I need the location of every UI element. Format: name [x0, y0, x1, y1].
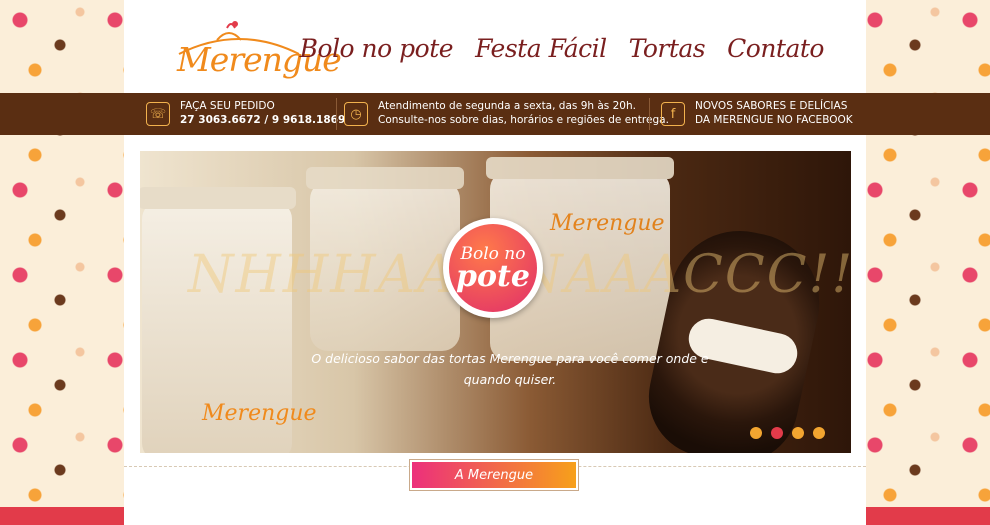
bolo-no-pote-badge: Bolo no pote — [443, 218, 543, 318]
facebook-icon: f — [661, 102, 685, 126]
a-merengue-label: A Merengue — [412, 462, 576, 488]
right-pattern-border — [866, 507, 990, 525]
slider-dot[interactable] — [750, 427, 762, 439]
order-info: ☏ FAÇA SEU PEDIDO 27 3063.6672 / 9 9618.… — [146, 99, 345, 127]
left-pattern-border — [0, 507, 124, 525]
a-merengue-tab[interactable]: A Merengue — [409, 459, 579, 491]
info-bar: ☏ FAÇA SEU PEDIDO 27 3063.6672 / 9 9618.… — [0, 93, 990, 135]
order-phone-2[interactable]: 9 9618.1869 — [272, 114, 345, 126]
main-nav: Bolo no pote Festa Fácil Tortas Contato — [300, 34, 825, 63]
page-container: Merengue Bolo no pote Festa Fácil Tortas… — [0, 0, 990, 525]
hero-caption: O delicioso sabor das tortas Merengue pa… — [311, 351, 709, 387]
facebook-info[interactable]: f NOVOS SABORES E DELÍCIAS DA MERENGUE N… — [661, 99, 853, 127]
info-divider — [336, 98, 337, 130]
nav-festa-facil[interactable]: Festa Fácil — [475, 34, 607, 63]
hours-info: ◷ Atendimento de segunda a sexta, das 9h… — [344, 99, 669, 127]
facebook-line-2: DA MERENGUE NO FACEBOOK — [695, 114, 853, 126]
hero-slider[interactable]: Merengue Merengue NHHHAAC NAAACCC!! Bolo… — [140, 151, 851, 453]
nav-contato[interactable]: Contato — [727, 34, 824, 63]
slider-dot[interactable] — [813, 427, 825, 439]
jar-image-left: Merengue — [140, 187, 317, 453]
slider-dot-active[interactable] — [771, 427, 783, 439]
clock-icon: ◷ — [344, 102, 368, 126]
phone-icon: ☏ — [146, 102, 170, 126]
info-divider — [649, 98, 650, 130]
badge-line-2: pote — [456, 259, 530, 294]
order-phone-1[interactable]: 27 3063.6672 — [180, 114, 261, 126]
order-title: FAÇA SEU PEDIDO — [180, 100, 275, 112]
facebook-line-1: NOVOS SABORES E DELÍCIAS — [695, 100, 848, 112]
nav-bolo-no-pote[interactable]: Bolo no pote — [300, 34, 454, 63]
phone-separator: / — [264, 114, 269, 126]
slider-dots — [750, 427, 825, 439]
nav-tortas[interactable]: Tortas — [629, 34, 706, 63]
hours-line-2: Consulte-nos sobre dias, horários e regi… — [378, 114, 669, 126]
slider-dot[interactable] — [792, 427, 804, 439]
hours-line-1: Atendimento de segunda a sexta, das 9h à… — [378, 100, 636, 112]
